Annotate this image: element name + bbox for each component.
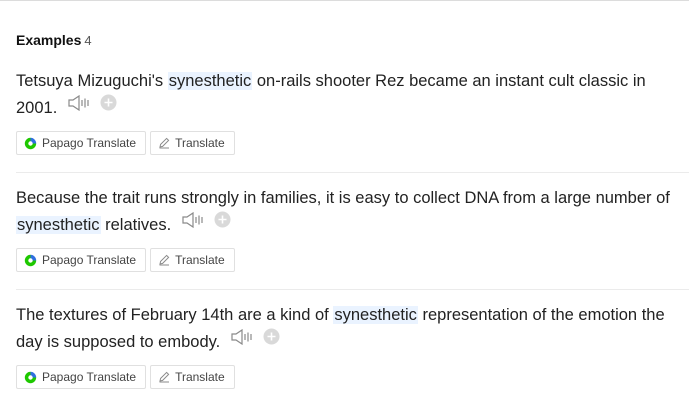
papago-logo-icon (24, 137, 37, 150)
translate-button[interactable]: Translate (150, 131, 235, 156)
sentence-text-before: The textures of February 14th are a kind… (16, 306, 334, 324)
sentence-text-after: relatives. (100, 216, 172, 234)
example-sentence: Tetsuya Mizuguchi's synesthetic on-rails… (16, 68, 689, 122)
example-item: The textures of February 14th are a kind… (16, 302, 689, 390)
pencil-icon (158, 371, 170, 383)
papago-translate-label: Papago Translate (42, 253, 137, 268)
highlighted-word: synesthetic (333, 306, 418, 324)
example-item: Tetsuya Mizuguchi's synesthetic on-rails… (16, 68, 689, 156)
papago-logo-icon (24, 371, 37, 384)
papago-translate-label: Papago Translate (42, 136, 137, 151)
translate-label: Translate (175, 136, 225, 151)
papago-translate-button[interactable]: Papago Translate (16, 248, 147, 273)
plus-circle-icon[interactable] (100, 93, 117, 120)
translate-button[interactable]: Translate (150, 248, 235, 273)
plus-circle-icon[interactable] (263, 327, 280, 354)
pencil-icon (158, 254, 170, 266)
translate-label: Translate (175, 370, 225, 385)
example-divider (16, 172, 689, 173)
translate-label: Translate (175, 253, 225, 268)
example-item: Because the trait runs strongly in famil… (16, 185, 689, 273)
highlighted-word: synesthetic (167, 72, 253, 90)
speaker-icon[interactable] (68, 93, 90, 120)
example-sentence: Because the trait runs strongly in famil… (16, 185, 689, 239)
translate-button[interactable]: Translate (150, 365, 235, 390)
section-title: Examples (16, 32, 82, 48)
pencil-icon (158, 137, 170, 149)
speaker-icon[interactable] (231, 327, 253, 354)
papago-translate-label: Papago Translate (42, 370, 137, 385)
papago-translate-button[interactable]: Papago Translate (16, 365, 147, 390)
examples-header: Examples 4 (16, 32, 92, 48)
example-count: 4 (84, 33, 92, 48)
speaker-icon[interactable] (182, 210, 204, 237)
papago-logo-icon (24, 254, 37, 267)
sentence-text-before: Because the trait runs strongly in famil… (16, 189, 670, 207)
highlighted-word: synesthetic (16, 216, 101, 234)
example-sentence: The textures of February 14th are a kind… (16, 302, 689, 356)
sentence-text-before: Tetsuya Mizuguchi's (16, 72, 168, 90)
example-divider (16, 289, 689, 290)
top-divider (0, 0, 689, 1)
papago-translate-button[interactable]: Papago Translate (16, 131, 147, 156)
plus-circle-icon[interactable] (214, 210, 231, 237)
